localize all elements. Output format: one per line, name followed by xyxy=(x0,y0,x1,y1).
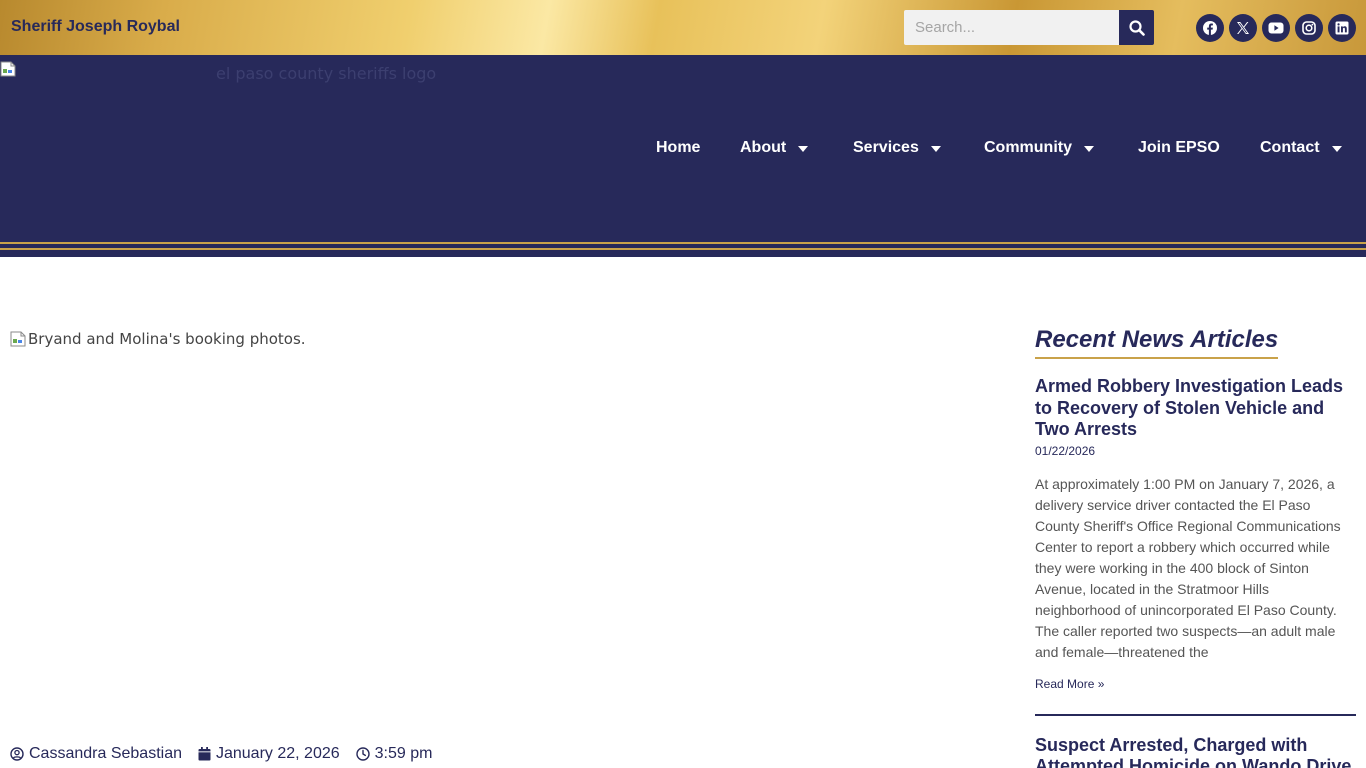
publish-date: January 22, 2026 xyxy=(215,745,340,762)
nav-item-home[interactable]: Home xyxy=(656,139,700,157)
divider-gold-line xyxy=(0,248,1366,250)
nav-item-label: Community xyxy=(984,139,1072,156)
nav-item-community[interactable]: Community xyxy=(984,139,1094,157)
nav-item-about[interactable]: About xyxy=(740,139,809,157)
nav-item-label: Services xyxy=(853,139,919,156)
facebook-icon[interactable] xyxy=(1196,14,1224,42)
article-date[interactable]: January 22, 2026 xyxy=(198,745,340,763)
nav-item-contact[interactable]: Contact xyxy=(1260,139,1342,157)
linkedin-icon[interactable] xyxy=(1328,14,1356,42)
recent-news-sidebar: Recent News Articles Armed Robbery Inves… xyxy=(1035,326,1356,768)
nav-item-label: Contact xyxy=(1260,139,1320,156)
news-article-title[interactable]: Suspect Arrested, Charged with Attempted… xyxy=(1035,735,1356,768)
divider-band xyxy=(0,232,1366,242)
search-form xyxy=(904,10,1154,45)
article-author[interactable]: Cassandra Sebastian xyxy=(10,745,182,763)
social-links xyxy=(1196,14,1356,42)
site-header: el paso county sheriffs logo Home About … xyxy=(0,55,1366,257)
author-name: Cassandra Sebastian xyxy=(29,745,182,762)
publish-time: 3:59 pm xyxy=(374,745,433,762)
clock-icon xyxy=(355,747,370,761)
news-article-date: 01/22/2026 xyxy=(1035,443,1096,458)
header-divider xyxy=(0,232,1366,257)
user-circle-icon xyxy=(10,747,24,761)
nav-item-label: Join EPSO xyxy=(1138,139,1220,156)
broken-image-icon xyxy=(10,331,26,347)
nav-item-label: About xyxy=(740,139,787,156)
search-icon xyxy=(1128,19,1145,36)
caret-down-icon xyxy=(798,146,809,152)
image-alt-text: Bryand and Molina's booking photos. xyxy=(28,330,306,348)
article-time: 3:59 pm xyxy=(355,745,433,763)
article-meta: Cassandra Sebastian January 22, 2026 3:5… xyxy=(10,745,448,763)
main-navigation: Home About Services Community Join EPSO … xyxy=(0,139,1366,161)
caret-down-icon xyxy=(930,146,941,152)
caret-down-icon xyxy=(1084,146,1094,152)
site-logo[interactable]: el paso county sheriffs logo xyxy=(0,60,436,83)
search-input[interactable] xyxy=(904,10,1119,45)
nav-item-join-epso[interactable]: Join EPSO xyxy=(1138,139,1220,157)
search-button[interactable] xyxy=(1119,10,1154,45)
nav-item-services[interactable]: Services xyxy=(853,139,941,157)
broken-image-icon xyxy=(0,61,16,77)
calendar-icon xyxy=(198,747,211,761)
x-twitter-icon[interactable] xyxy=(1229,14,1257,42)
caret-down-icon xyxy=(1331,146,1342,152)
nav-item-label: Home xyxy=(656,139,701,156)
news-article-title[interactable]: Armed Robbery Investigation Leads to Rec… xyxy=(1035,376,1356,441)
news-divider xyxy=(1035,713,1356,716)
instagram-icon[interactable] xyxy=(1295,14,1323,42)
youtube-icon[interactable] xyxy=(1262,14,1290,42)
sidebar-title: Recent News Articles xyxy=(1035,326,1279,359)
article-featured-image: Bryand and Molina's booking photos. xyxy=(10,330,306,348)
read-more-link[interactable]: Read More » xyxy=(1035,677,1104,691)
sheriff-name[interactable]: Sheriff Joseph Roybal xyxy=(11,18,180,36)
logo-alt-text: el paso county sheriffs logo xyxy=(216,64,437,83)
top-bar: Sheriff Joseph Roybal xyxy=(0,0,1366,55)
news-article-excerpt: At approximately 1:00 PM on January 7, 2… xyxy=(1035,475,1341,660)
